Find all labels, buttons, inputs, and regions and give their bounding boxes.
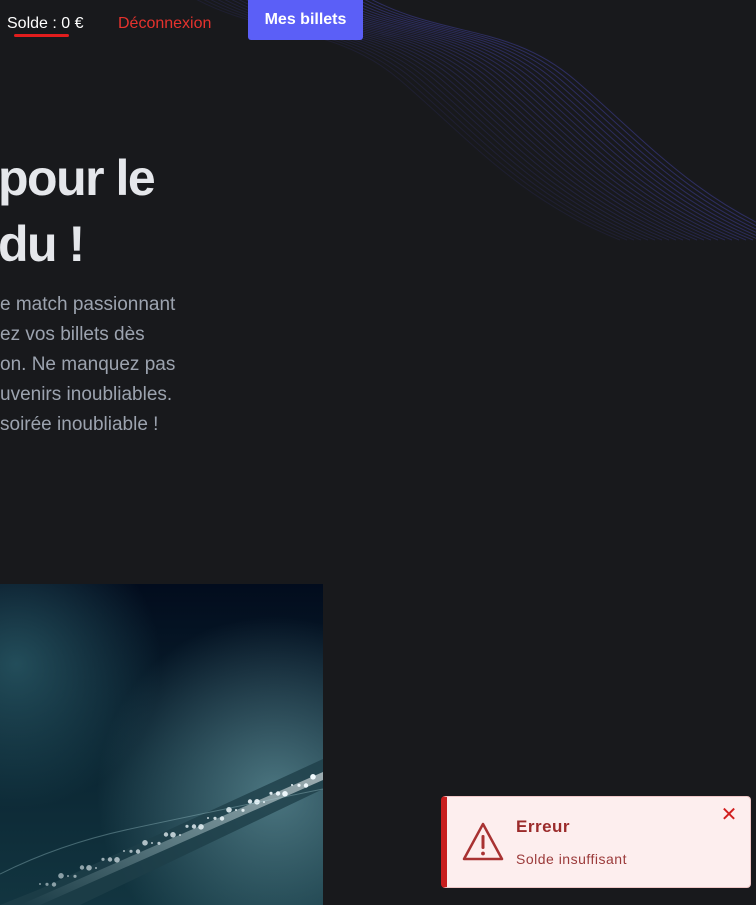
logout-link[interactable]: Déconnexion — [118, 15, 211, 33]
stadium-image — [0, 584, 323, 905]
hero-title-line: du ! — [0, 216, 85, 272]
toast-message: Solde insuffisant — [516, 851, 627, 867]
hero-description: e match passionnant ez vos billets dès o… — [0, 290, 175, 440]
balance-underline — [14, 34, 69, 37]
hero-description-line: uvenirs inoubliables. — [0, 384, 173, 405]
warning-triangle-icon — [462, 822, 504, 861]
hero-description-line: ez vos billets dès — [0, 324, 145, 345]
hero-description-line: soirée inoubliable ! — [0, 414, 159, 435]
hero-title-line: pour le — [0, 150, 156, 206]
balance-label: Solde : 0 € — [7, 15, 84, 32]
hero-description-line: e match passionnant — [0, 294, 176, 315]
my-tickets-button[interactable]: Mes billets — [248, 0, 363, 40]
toast-title: Erreur — [516, 817, 571, 836]
close-icon[interactable]: ✕ — [718, 803, 740, 825]
error-toast: Erreur Solde insuffisant ✕ — [441, 796, 751, 888]
hero-title: pour le du ! — [0, 145, 156, 277]
page: Solde : 0 € Déconnexion Mes billets pour… — [0, 0, 756, 905]
hero-description-line: on. Ne manquez pas — [0, 354, 176, 375]
